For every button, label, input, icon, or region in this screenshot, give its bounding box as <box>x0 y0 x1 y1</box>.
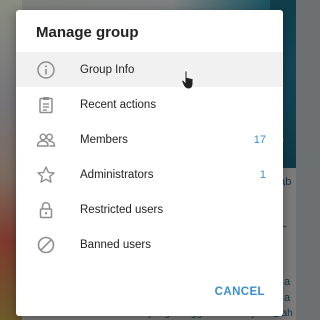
menu-item-members[interactable]: Members 17 <box>16 122 283 157</box>
star-icon <box>36 165 56 185</box>
menu-item-label: Group Info <box>80 63 135 76</box>
members-icon <box>36 130 56 150</box>
background-fragment: a <box>284 292 291 304</box>
menu-item-label: Members <box>80 133 128 146</box>
members-count: 17 <box>253 133 266 146</box>
info-icon <box>36 60 56 80</box>
dialog-title: Manage group <box>36 24 139 41</box>
background-top-strip <box>22 0 270 10</box>
menu-item-label: Recent actions <box>80 98 157 111</box>
lock-icon <box>36 200 56 220</box>
manage-group-menu: Group Info Recent actions Members 17 Adm… <box>16 52 283 262</box>
menu-item-label: Banned users <box>80 238 151 251</box>
cancel-button[interactable]: CANCEL <box>215 286 265 298</box>
background-fragment: a <box>284 276 291 288</box>
manage-group-dialog: Manage group Group Info Recent actions M… <box>16 10 283 316</box>
ban-icon <box>36 235 56 255</box>
administrators-count: 1 <box>259 168 266 181</box>
hand-cursor-icon <box>181 70 194 90</box>
clipboard-icon <box>36 95 56 115</box>
menu-item-restricted-users[interactable]: Restricted users <box>16 192 283 227</box>
menu-item-recent-actions[interactable]: Recent actions <box>16 87 283 122</box>
menu-item-label: Administrators <box>80 168 154 181</box>
menu-item-label: Restricted users <box>80 203 164 216</box>
menu-item-administrators[interactable]: Administrators 1 <box>16 157 283 192</box>
menu-item-group-info[interactable]: Group Info <box>16 52 283 87</box>
menu-item-banned-users[interactable]: Banned users <box>16 227 283 262</box>
